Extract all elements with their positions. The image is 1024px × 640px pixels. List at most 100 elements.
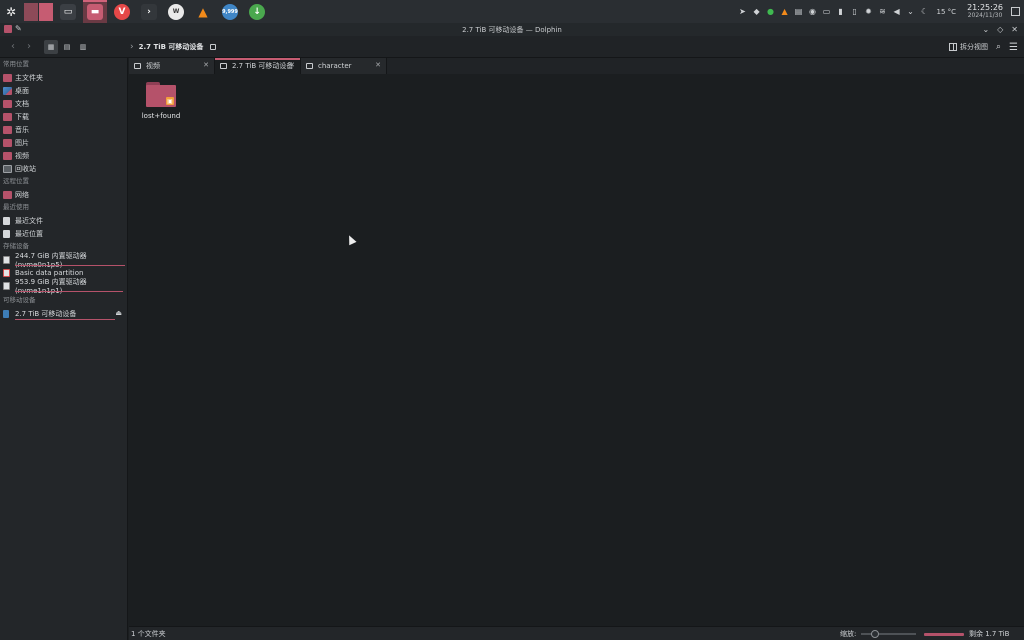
sidebar-item-drive-nvme1n1p1[interactable]: 953.9 GiB 内置驱动器 (nvme1n1p1) <box>0 278 127 295</box>
free-space[interactable]: 剩余 1.7 TiB <box>924 629 1009 639</box>
clipboard-icon[interactable]: ▤ <box>794 7 804 17</box>
sidebar-item-recent-files[interactable]: 最近文件 <box>0 214 127 227</box>
task-updater[interactable]: ↓ <box>245 0 269 23</box>
task-terminal[interactable]: ▭ <box>56 0 80 23</box>
tab-character[interactable]: character ✕ <box>301 58 387 74</box>
file-name: lost+found <box>141 112 181 120</box>
breadcrumb-arrow-icon[interactable]: › <box>130 42 134 52</box>
sidebar-item-downloads[interactable]: 下载 <box>0 110 127 123</box>
gamepad-icon[interactable]: ◆ <box>752 7 762 17</box>
details-view-button[interactable]: ▥ <box>76 40 90 54</box>
media-icon[interactable]: ◉ <box>808 7 818 17</box>
top-panel: ✲ ▭ ▬ V › W ▲ 9,999 ↓ ➤ ◆ ● ▲ ▤ ◉ ▭ ▮ ▯ … <box>0 0 1024 23</box>
folder-tab-icon <box>220 63 227 69</box>
close-icon[interactable]: ✕ <box>1011 25 1018 34</box>
vlc-icon: ▲ <box>198 4 208 19</box>
sidebar-item-music[interactable]: 音乐 <box>0 123 127 136</box>
sidebar-item-pictures[interactable]: 图片 <box>0 136 127 149</box>
pin-icon[interactable]: ✎ <box>15 24 22 33</box>
zoom-slider-handle[interactable] <box>871 630 880 638</box>
file-item[interactable]: ▣ lost+found <box>139 82 183 120</box>
sidebar-item-network[interactable]: 网络 <box>0 188 127 201</box>
sidebar-item-label: 最近文件 <box>15 216 43 225</box>
clock-date: 2024/11/30 <box>967 11 1003 19</box>
item-count: 1 个文件夹 <box>131 629 166 638</box>
back-icon[interactable]: ‹ <box>6 40 20 54</box>
task-ktorrent[interactable]: 9,999 <box>218 0 242 23</box>
split-view-button[interactable]: 拆分视图 <box>948 42 988 52</box>
breadcrumb[interactable]: › 2.7 TiB 可移动设备 <box>130 36 217 58</box>
clock-time: 21:25:26 <box>967 2 1003 12</box>
usage-bar <box>15 319 115 320</box>
sidebar-item-recent-locations[interactable]: 最近位置 <box>0 227 127 240</box>
compact-view-button[interactable]: ▤ <box>60 40 74 54</box>
free-space-label: 剩余 1.7 TiB <box>969 630 1010 638</box>
tab-videos[interactable]: 视频 ✕ <box>129 58 215 74</box>
sidebar-item-home[interactable]: 主文件夹 <box>0 71 127 84</box>
task-file-manager[interactable]: ▬ <box>83 0 107 23</box>
app-launcher-icon[interactable]: ✲ <box>0 0 22 23</box>
sidebar-item-desktop[interactable]: 桌面 <box>0 84 127 97</box>
close-tab-icon[interactable]: ✕ <box>289 61 295 69</box>
sidebar-item-label: 最近位置 <box>15 229 43 238</box>
task-wps[interactable]: W <box>164 0 188 23</box>
hamburger-menu-icon[interactable]: ☰ <box>1009 42 1018 53</box>
chevron-down-icon[interactable]: ⌄ <box>906 7 916 17</box>
task-vlc[interactable]: ▲ <box>191 0 215 23</box>
wifi-icon[interactable]: ≋ <box>878 7 888 17</box>
maximize-icon[interactable]: ◇ <box>997 25 1003 34</box>
locked-folder-icon: ▣ <box>146 82 176 107</box>
clock[interactable]: 21:25:26 2024/11/30 <box>967 2 1003 20</box>
task-vivaldi[interactable]: V <box>110 0 134 23</box>
sidebar-item-documents[interactable]: 文档 <box>0 97 127 110</box>
section-header: 可移动设备 <box>3 296 36 304</box>
search-icon[interactable]: ⌕ <box>996 42 1001 52</box>
tab-bar: 视频 ✕ 2.7 TiB 可移动设备 ✕ character ✕ <box>129 58 1024 74</box>
volume-icon[interactable]: ◀ <box>892 7 902 17</box>
sidebar-item-label: 回收站 <box>15 164 36 173</box>
window-buttons: ⌄ ◇ ✕ <box>982 23 1018 36</box>
recent-files-icon <box>3 216 10 225</box>
telegram-icon[interactable]: ➤ <box>738 7 748 17</box>
zoom-control: 缩放: <box>840 629 917 639</box>
folder-icon: ▬ <box>87 3 103 20</box>
show-desktop-icon[interactable] <box>1011 7 1020 16</box>
close-tab-icon[interactable]: ✕ <box>203 61 209 69</box>
toolbar: ‹ › ▦ ▤ ▥ › 2.7 TiB 可移动设备 拆分视图 ⌕ ☰ <box>0 36 1024 58</box>
free-space-bar <box>924 632 964 636</box>
battery-icon[interactable]: ▯ <box>850 7 860 17</box>
sidebar-item-videos[interactable]: 视频 <box>0 149 127 162</box>
virtual-desktop-pager[interactable] <box>24 2 53 21</box>
sidebar-item-trash[interactable]: 回收站 <box>0 162 127 175</box>
window-titlebar[interactable]: ✎ 2.7 TiB 可移动设备 — Dolphin ⌄ ◇ ✕ <box>0 23 1024 36</box>
file-view[interactable]: ▣ lost+found <box>129 74 1024 626</box>
weather-moon-icon[interactable]: ☾ <box>920 7 930 17</box>
close-tab-icon[interactable]: ✕ <box>375 61 381 69</box>
shield-icon[interactable]: ● <box>766 7 776 17</box>
zoom-slider[interactable] <box>861 630 917 638</box>
music-folder-icon <box>3 125 12 134</box>
video-tab-icon <box>134 63 141 69</box>
breadcrumb-current[interactable]: 2.7 TiB 可移动设备 <box>139 42 204 52</box>
recent-locations-icon <box>3 229 10 238</box>
brightness-icon[interactable]: ✹ <box>864 7 874 17</box>
tab-removable-device[interactable]: 2.7 TiB 可移动设备 ✕ <box>215 58 301 74</box>
tab-label: 2.7 TiB 可移动设备 <box>232 62 294 70</box>
icons-view-button[interactable]: ▦ <box>44 39 58 54</box>
dolphin-app-icon[interactable] <box>4 25 12 33</box>
minimize-icon[interactable]: ⌄ <box>982 25 989 34</box>
usb-icon[interactable]: ▮ <box>836 7 846 17</box>
sidebar-item-removable-device[interactable]: 2.7 TiB 可移动设备 ⏏ <box>0 307 127 320</box>
sidebar-item-label: 桌面 <box>15 86 29 95</box>
temperature[interactable]: 15 °C <box>937 8 957 16</box>
toolbar-right: 拆分视图 ⌕ ☰ <box>948 36 1018 58</box>
forward-icon[interactable]: › <box>22 40 36 54</box>
drive-icon <box>3 268 10 277</box>
sidebar-item-label: 2.7 TiB 可移动设备 <box>15 309 77 318</box>
drive-icon <box>3 281 10 290</box>
task-konsole[interactable]: › <box>137 0 161 23</box>
vlc-tray-icon[interactable]: ▲ <box>780 7 790 17</box>
sidebar-item-drive-nvme0n1p5[interactable]: 244.7 GiB 内置驱动器 (nvme0n1p5) <box>0 252 127 269</box>
eject-icon[interactable]: ⏏ <box>115 309 122 317</box>
keyboard-icon[interactable]: ▭ <box>822 7 832 17</box>
